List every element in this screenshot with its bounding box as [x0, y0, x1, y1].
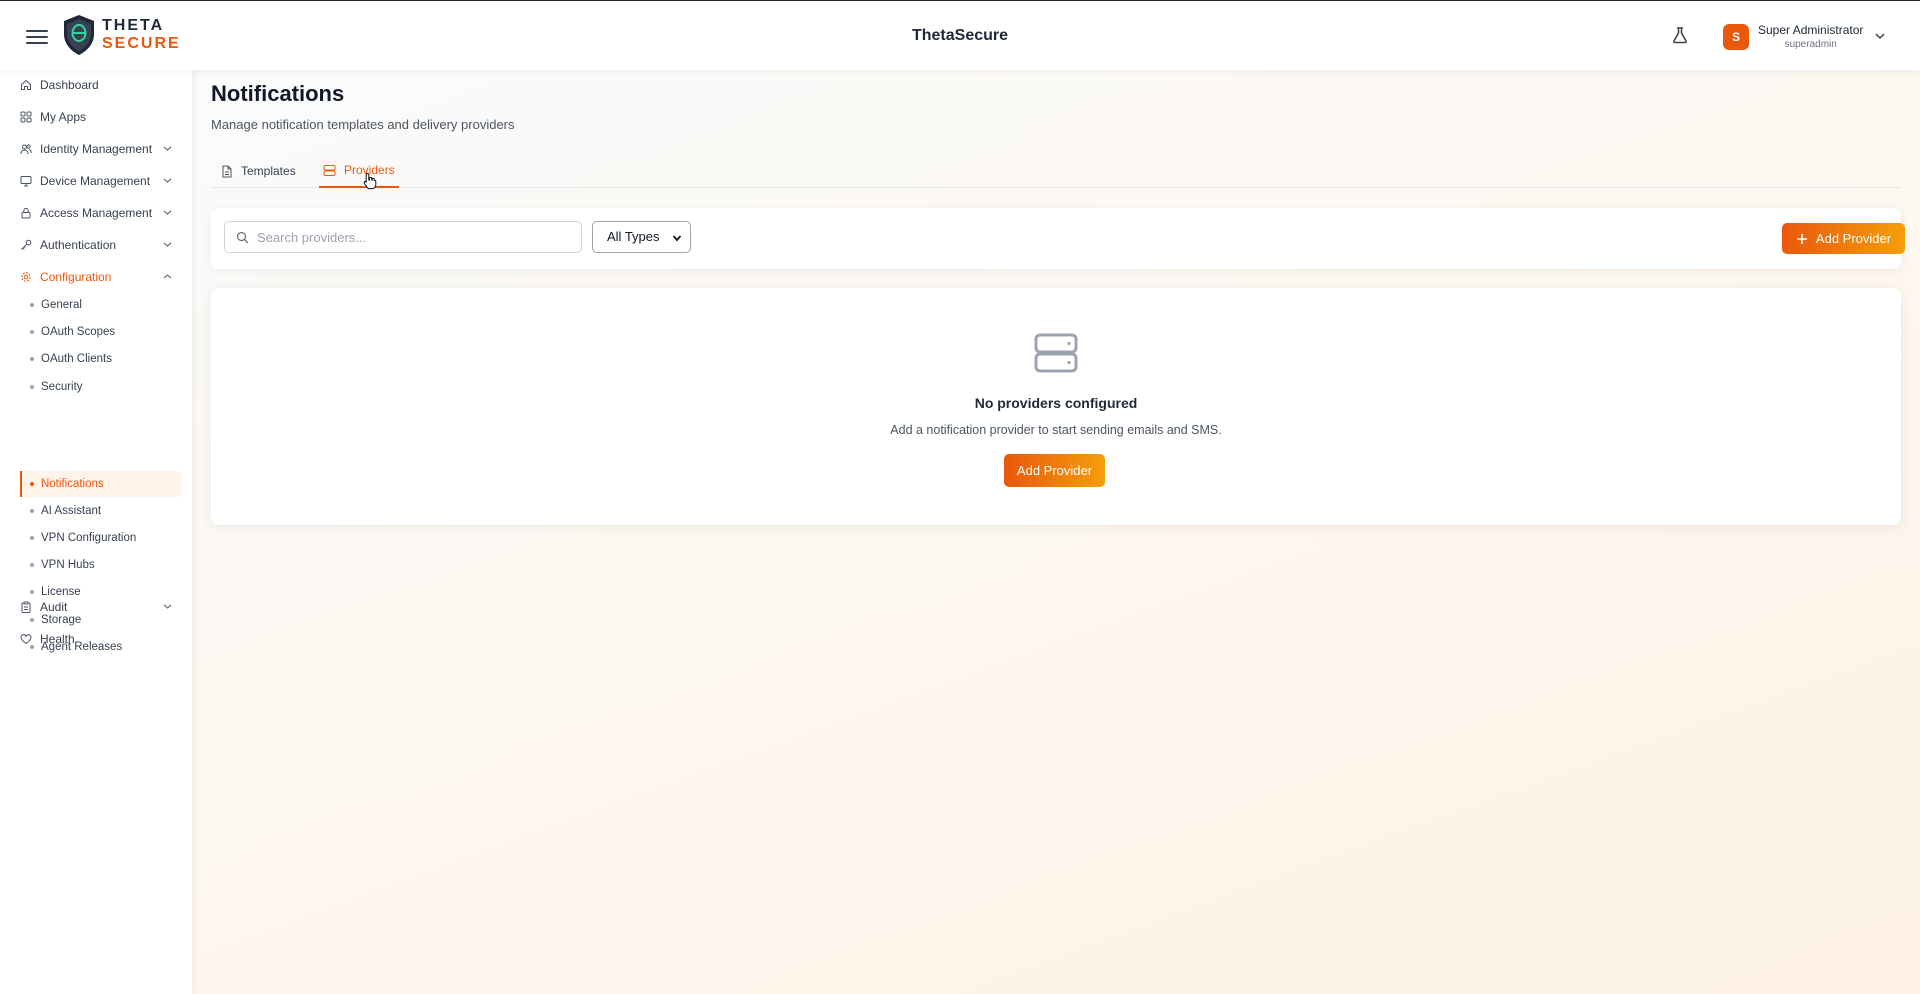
- user-handle: superadmin: [1784, 39, 1837, 50]
- sidebar-subitem-label: Notifications: [41, 478, 104, 490]
- tab-providers[interactable]: Providers: [319, 154, 399, 188]
- hand-cursor-icon: [363, 172, 377, 190]
- sidebar-subitem-oauth-clients[interactable]: OAuth Clients: [30, 349, 180, 369]
- bullet: [30, 509, 34, 513]
- server-icon: [1034, 333, 1078, 373]
- sidebar-item-label: Configuration: [40, 270, 112, 284]
- sidebar-subitem-vpn-hubs[interactable]: VPN Hubs: [30, 555, 180, 575]
- apps-grid-icon: [20, 111, 32, 123]
- empty-state-title: No providers configured: [974, 395, 1138, 411]
- avatar[interactable]: S: [1723, 24, 1749, 50]
- sidebar-item-health[interactable]: Health: [20, 628, 172, 650]
- sidebar-item-label: Access Management: [40, 206, 153, 220]
- main-content: Notifications Manage notification templa…: [192, 70, 1920, 994]
- tab-label: Templates: [241, 164, 296, 178]
- sidebar-item-label: Identity Management: [40, 142, 153, 156]
- sidebar-item-label: Authentication: [40, 238, 117, 252]
- chevron-up-icon: [163, 274, 172, 279]
- sidebar-item-label: Health: [40, 632, 75, 646]
- bullet: [30, 618, 34, 622]
- sidebar-item-my-apps[interactable]: My Apps: [20, 106, 172, 128]
- users-icon: [20, 144, 32, 155]
- chevron-down-icon: [163, 604, 172, 609]
- type-filter-value: All Types: [607, 229, 660, 244]
- add-provider-button[interactable]: Add Provider: [1782, 223, 1905, 254]
- home-icon: [21, 79, 31, 90]
- sidebar-item-label: Audit: [40, 600, 68, 614]
- plus-icon: [1796, 233, 1807, 244]
- document-icon: [222, 165, 232, 177]
- heart-icon: [20, 634, 32, 645]
- bullet: [30, 590, 34, 594]
- chevron-down-icon: [672, 235, 682, 242]
- tab-bar: Templates Providers: [211, 154, 1901, 188]
- bullet: [30, 536, 34, 540]
- user-menu[interactable]: Super Administrator superadmin: [1758, 23, 1863, 50]
- type-filter-select[interactable]: All Types: [592, 221, 691, 253]
- empty-state-card: No providers configured Add a notificati…: [211, 288, 1901, 525]
- sidebar-subitem-oauth-scopes[interactable]: OAuth Scopes: [30, 322, 180, 342]
- sidebar-item-label: My Apps: [40, 110, 87, 124]
- bullet: [30, 357, 34, 361]
- sidebar-item-device-management[interactable]: Device Management: [20, 170, 172, 192]
- sidebar-subitem-label: AI Assistant: [41, 505, 102, 517]
- bullet: [30, 303, 34, 307]
- sidebar-subitem-label: General: [41, 299, 82, 311]
- sidebar-item-label: Device Management: [40, 174, 151, 188]
- empty-state-message: Add a notification provider to start sen…: [890, 423, 1222, 437]
- search-icon: [236, 231, 249, 244]
- sidebar-subitem-label: Security: [41, 381, 83, 393]
- bullet: [30, 563, 34, 567]
- sidebar-subitem-label: VPN Hubs: [41, 559, 95, 571]
- sidebar-item-dashboard[interactable]: Dashboard: [20, 74, 172, 96]
- sidebar-subitem-ai-assistant[interactable]: AI Assistant: [30, 501, 180, 521]
- add-provider-label: Add Provider: [1815, 231, 1892, 246]
- monitor-icon: [20, 176, 32, 187]
- search-input[interactable]: [257, 222, 575, 252]
- lock-icon: [21, 207, 31, 219]
- user-name: Super Administrator: [1758, 23, 1864, 37]
- search-box[interactable]: [224, 221, 582, 253]
- sidebar-subitem-label: OAuth Clients: [41, 353, 112, 365]
- sidebar-subitem-security[interactable]: Security: [30, 377, 180, 397]
- sidebar-item-configuration[interactable]: Configuration: [20, 266, 172, 288]
- chevron-down-icon: [163, 242, 172, 247]
- sidebar-subitem-vpn-configuration[interactable]: VPN Configuration: [30, 528, 180, 548]
- sidebar-subitem-label: VPN Configuration: [41, 532, 137, 544]
- chevron-down-icon: [163, 178, 172, 183]
- page-subtitle: Manage notification templates and delive…: [211, 117, 515, 132]
- sidebar-subitem-label: OAuth Scopes: [41, 326, 116, 338]
- sidebar: Dashboard My Apps Identity Management De…: [0, 70, 192, 994]
- empty-add-provider-button[interactable]: Add Provider: [1004, 454, 1105, 487]
- chevron-down-icon: [163, 146, 172, 151]
- bullet: [30, 482, 34, 486]
- server-icon: [323, 164, 336, 176]
- sidebar-item-authentication[interactable]: Authentication: [20, 234, 172, 256]
- page-title: Notifications: [211, 81, 345, 106]
- bullet: [30, 330, 34, 334]
- top-bar: THETA SECURE ThetaSecure S Super Adminis…: [0, 0, 1920, 70]
- gear-icon: [21, 272, 31, 282]
- sidebar-subitem-general[interactable]: General: [30, 295, 180, 315]
- sidebar-item-label: Dashboard: [40, 78, 99, 92]
- flask-icon[interactable]: [1671, 26, 1689, 44]
- app-title: ThetaSecure: [911, 27, 1009, 44]
- sidebar-item-identity-management[interactable]: Identity Management: [20, 138, 172, 160]
- clipboard-icon: [21, 601, 31, 613]
- bullet: [30, 385, 34, 389]
- sidebar-item-audit[interactable]: Audit: [20, 596, 172, 618]
- sidebar-subitem-notifications[interactable]: Notifications: [30, 474, 180, 494]
- key-icon: [21, 239, 32, 250]
- provider-toolbar: All Types Add Provider: [211, 208, 1905, 269]
- chevron-down-icon[interactable]: [1874, 31, 1886, 41]
- tab-templates[interactable]: Templates: [216, 154, 300, 188]
- chevron-down-icon: [163, 210, 172, 215]
- sidebar-item-access-management[interactable]: Access Management: [20, 202, 172, 224]
